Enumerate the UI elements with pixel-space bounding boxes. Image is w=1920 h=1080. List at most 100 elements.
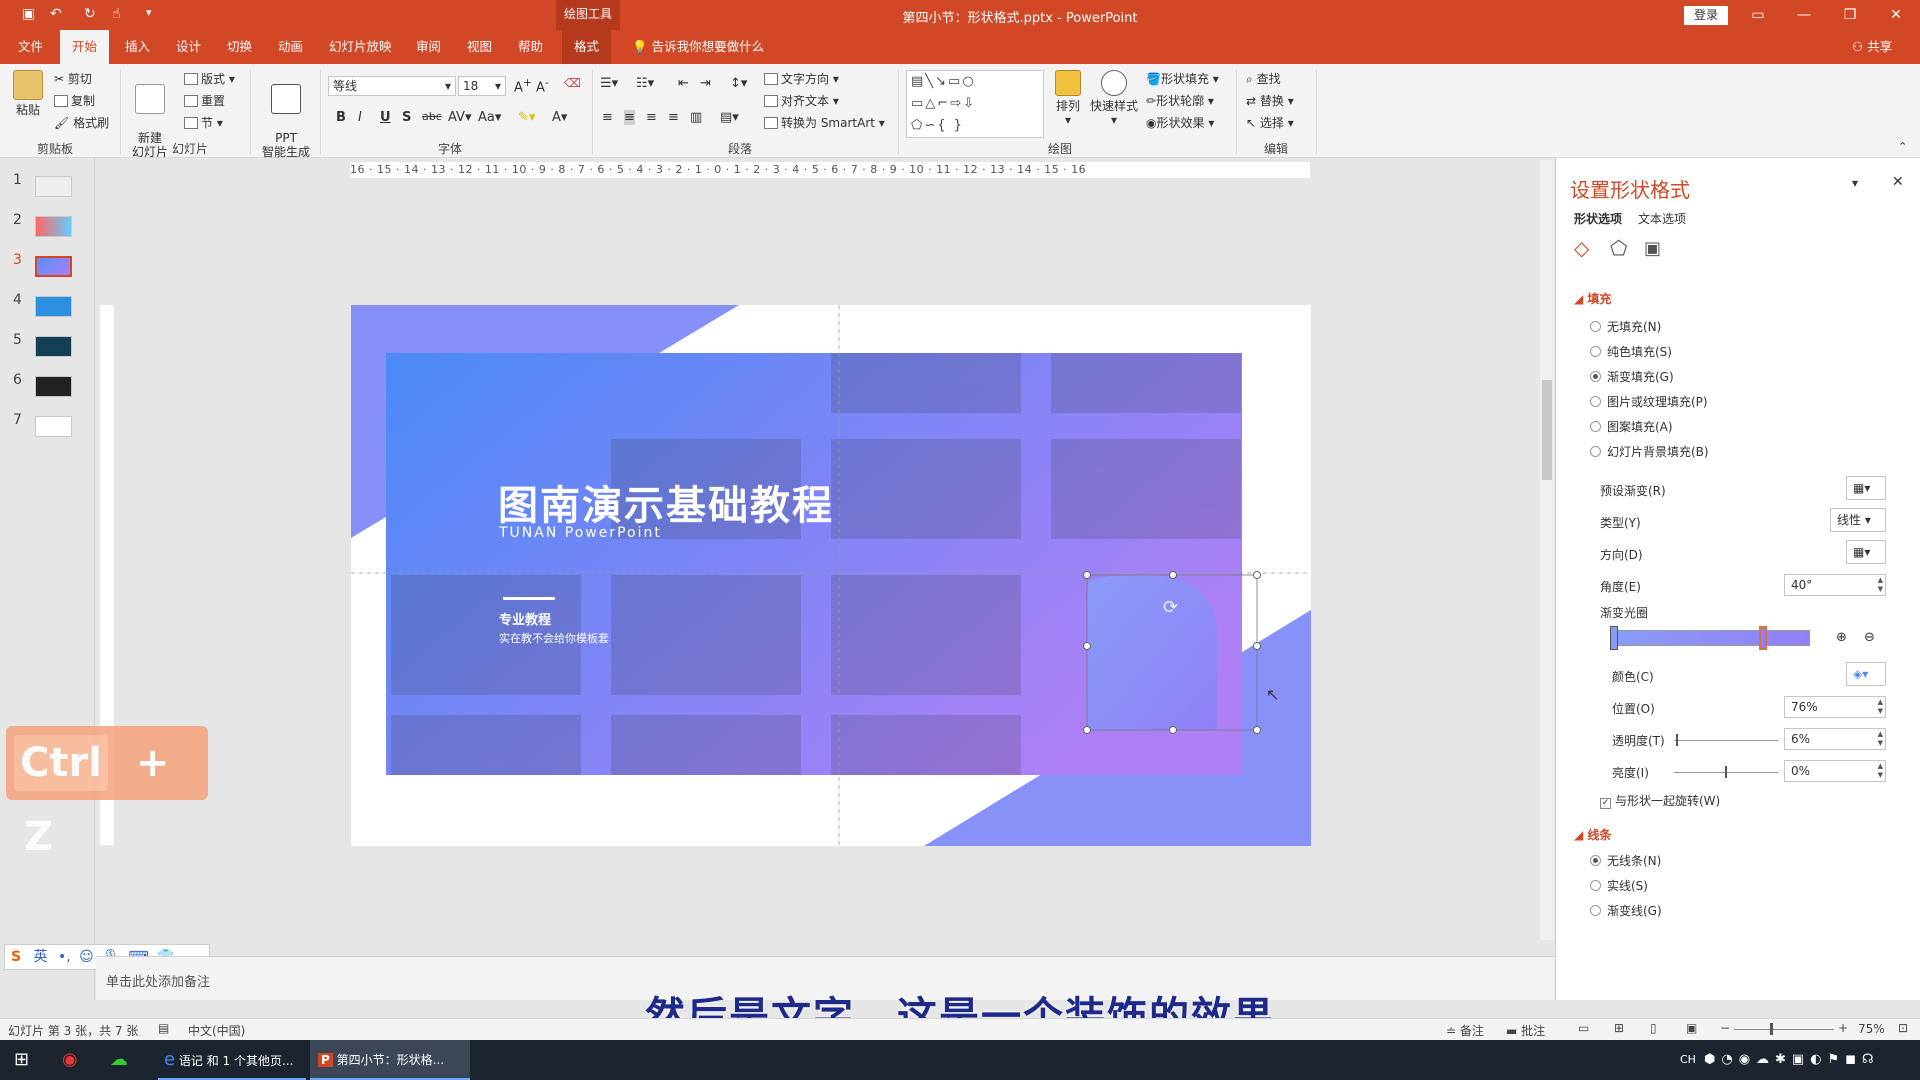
spellcheck-icon[interactable]: ▤ [158, 1021, 169, 1035]
gradient-stop-1[interactable] [1610, 626, 1618, 650]
size-properties-icon[interactable]: ▣ [1644, 238, 1661, 259]
distributed-icon[interactable]: ▥ [690, 110, 702, 125]
resize-handle[interactable] [1083, 571, 1091, 579]
bold-button[interactable]: B [336, 110, 346, 125]
zoom-out-icon[interactable]: − [1720, 1021, 1730, 1035]
fill-section-header[interactable]: ◢ 填充 [1574, 290, 1611, 307]
fill-option-picture[interactable]: 图片或纹理填充(P) [1590, 393, 1708, 410]
tab-text-options[interactable]: 文本选项 [1638, 210, 1686, 227]
slide-thumbnail-1[interactable] [35, 176, 72, 197]
reset-button[interactable]: 重置 [184, 92, 225, 109]
triangle-shape-icon[interactable]: △ [925, 96, 937, 111]
slide-tag[interactable]: 专业教程 [499, 609, 551, 628]
slide-title[interactable]: 图南演示基础教程 [498, 473, 834, 531]
resize-handle[interactable] [1253, 642, 1261, 650]
zoom-slider-thumb[interactable] [1770, 1023, 1773, 1035]
rect2-shape-icon[interactable]: ▭ [911, 96, 925, 111]
tab-shape-options[interactable]: 形状选项 [1574, 210, 1622, 227]
rotate-handle-icon[interactable]: ⟳ [1163, 597, 1178, 618]
taskbar-app-browser[interactable]: e 语记 和 1 个其他页... [158, 1040, 306, 1080]
slide-subtitle[interactable]: TUNAN PowerPoint [499, 525, 662, 541]
pane-close-icon[interactable]: ✕ [1892, 174, 1904, 190]
gradient-stop-2[interactable] [1759, 626, 1767, 650]
slide-sorter-icon[interactable]: ⊞ [1614, 1021, 1624, 1035]
numbering-icon[interactable]: ☷▾ [636, 76, 654, 91]
curve-shape-icon[interactable]: ∽ [924, 118, 937, 133]
line-option-none[interactable]: 无线条(N) [1590, 852, 1661, 869]
brightness-input[interactable]: 0% ▲ ▼ [1784, 760, 1886, 782]
highlight-icon[interactable]: ✎▾ [518, 110, 535, 125]
decrease-indent-icon[interactable]: ⇤ [678, 76, 689, 91]
tab-review[interactable]: 审阅 [414, 30, 443, 64]
resize-handle[interactable] [1169, 726, 1177, 734]
copy-button[interactable]: 复制 [54, 92, 95, 109]
language-indicator[interactable]: 中文(中国) [188, 1022, 245, 1039]
arrange-button[interactable]: 排列 ▾ [1052, 70, 1084, 127]
direction-dropdown[interactable]: ▦▾ [1846, 540, 1886, 564]
align-right-icon[interactable]: ≡ [646, 110, 657, 125]
pane-options-icon[interactable]: ▾ [1852, 176, 1858, 190]
color-dropdown[interactable]: ◈▾ [1846, 662, 1886, 686]
netease-music-icon[interactable]: ◉ [62, 1040, 78, 1080]
fit-slide-icon[interactable]: ⊡ [1898, 1021, 1908, 1035]
tab-design[interactable]: 设计 [174, 30, 203, 64]
convert-smartart-button[interactable]: 转换为 SmartArt ▾ [764, 114, 885, 131]
columns-icon[interactable]: ▤▾ [720, 110, 739, 125]
resize-handle[interactable] [1169, 571, 1177, 579]
shadow-button[interactable]: S [402, 110, 411, 125]
arrow-shape-icon[interactable]: ↘ [935, 74, 948, 89]
tell-me-search[interactable]: 💡 告诉我你想要做什么 [632, 30, 764, 64]
rectangle-shape-icon[interactable]: ▭ [948, 74, 962, 89]
format-painter-button[interactable]: 🖌 格式刷 [54, 114, 109, 131]
pentagon-shape-icon[interactable]: ⬠ [911, 118, 924, 133]
fill-option-background[interactable]: 幻灯片背景填充(B) [1590, 443, 1709, 460]
slide-thumbnail-5[interactable] [35, 336, 72, 357]
fill-line-icon[interactable]: ◇ [1574, 236, 1589, 260]
ime-indicator[interactable]: CH [1680, 1040, 1696, 1080]
effects-pentagon-icon[interactable]: ⬠ [1610, 236, 1627, 260]
add-stop-icon[interactable]: ⊕ [1836, 630, 1847, 645]
taskbar-app-powerpoint[interactable]: P 第四小节：形状格... [310, 1040, 470, 1080]
char-spacing-button[interactable]: AV▾ [448, 110, 471, 125]
gradient-stops-bar[interactable] [1612, 630, 1810, 646]
justify-icon[interactable]: ≡ [668, 110, 679, 125]
slide-thumbnail-3[interactable] [35, 256, 72, 277]
oval-shape-icon[interactable]: ○ [962, 74, 975, 89]
line-section-header[interactable]: ◢ 线条 [1574, 826, 1611, 843]
align-center-icon[interactable]: ≡ [624, 110, 635, 125]
position-input[interactable]: 76% ▲ ▼ [1784, 696, 1886, 718]
font-size-combo[interactable]: 18 ▾ [458, 76, 506, 96]
punctuation-icon[interactable]: •, [58, 949, 71, 965]
slide-thumbnail-4[interactable] [35, 296, 72, 317]
right-arrow-shape-icon[interactable]: ⇨ [950, 96, 963, 111]
wechat-icon[interactable]: ☁ [110, 1040, 128, 1080]
close-icon[interactable]: ✕ [1878, 4, 1914, 26]
font-color-button[interactable]: A▾ [552, 110, 567, 125]
text-direction-button[interactable]: 文字方向 ▾ [764, 70, 839, 87]
tab-view[interactable]: 视图 [465, 30, 494, 64]
tab-animations[interactable]: 动画 [276, 30, 305, 64]
minimize-icon[interactable]: — [1786, 4, 1822, 26]
ime-mode[interactable]: 英 [34, 949, 48, 965]
shape-fill-button[interactable]: 🪣形状填充 ▾ [1146, 70, 1219, 87]
scrollbar-thumb[interactable] [1542, 380, 1552, 480]
spinner-icon[interactable]: ▲ ▼ [1878, 698, 1883, 716]
slide-description[interactable]: 实在教不会给你模板套 [499, 630, 609, 646]
tab-format[interactable]: 格式 [562, 30, 612, 64]
transparency-slider[interactable] [1674, 740, 1778, 741]
slideshow-icon[interactable]: ▣ [1686, 1021, 1697, 1035]
ppt-smart-generate-button[interactable]: PPT 智能生成 [258, 70, 314, 159]
fill-option-none[interactable]: 无填充(N) [1590, 318, 1661, 335]
shapes-gallery[interactable]: ▤╲↘▭○ ▭△⌐⇨⇩ ⬠∽{ } [906, 70, 1044, 138]
section-button[interactable]: 节 ▾ [184, 114, 223, 131]
maximize-icon[interactable]: ❐ [1832, 4, 1868, 26]
resize-handle[interactable] [1253, 726, 1261, 734]
tab-file[interactable]: 文件 [16, 30, 45, 64]
tab-slideshow[interactable]: 幻灯片放映 [327, 30, 394, 64]
type-dropdown[interactable]: 线性 ▾ [1830, 508, 1886, 532]
replace-button[interactable]: ⇄ 替换 ▾ [1246, 92, 1294, 109]
notes-toggle[interactable]: ≐ 备注 [1446, 1022, 1484, 1039]
brightness-slider-thumb[interactable] [1725, 766, 1727, 778]
font-name-combo[interactable]: 等线 ▾ [328, 76, 456, 96]
resize-handle[interactable] [1253, 571, 1261, 579]
